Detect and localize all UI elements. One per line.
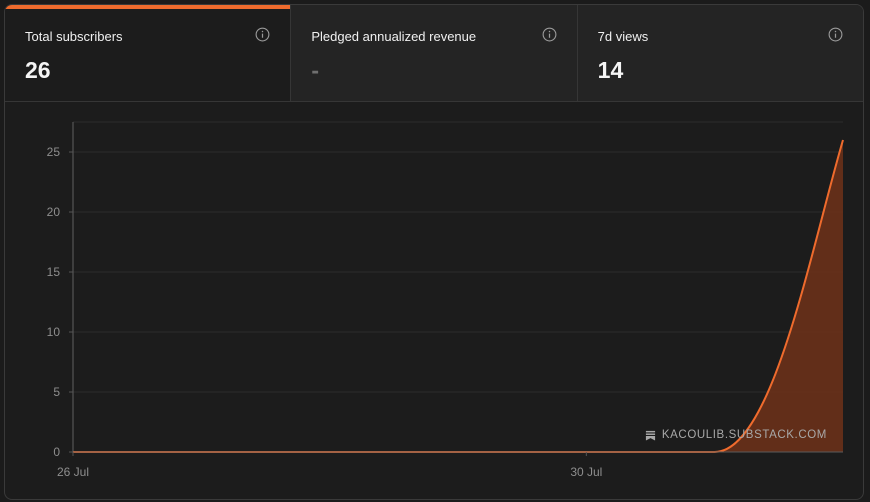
tab-value: 14 xyxy=(597,57,624,83)
subscribers-chart: 0 5 10 15 20 25 26 Jul 30 Jul KACOULIB.SUBSTACK… xyxy=(5,102,863,499)
y-tick-label: 15 xyxy=(47,265,61,279)
y-tick-label: 20 xyxy=(47,205,61,219)
metric-tabs: Total subscribers 26 Pledged annualized … xyxy=(5,5,863,102)
y-tick-label: 10 xyxy=(47,325,61,339)
tab-value: 26 xyxy=(25,57,51,83)
tab-value: - xyxy=(311,57,319,83)
subscriber-stats-card: Total subscribers 26 Pledged annualized … xyxy=(4,4,864,500)
x-tick-label: 30 Jul xyxy=(570,465,602,479)
tab-pledged-annualized-revenue[interactable]: Pledged annualized revenue - xyxy=(290,5,577,101)
substack-logo-icon xyxy=(645,430,655,441)
watermark-text: KACOULIB.SUBSTACK.COM xyxy=(661,429,827,441)
y-tick-label: 25 xyxy=(47,145,61,159)
active-tab-indicator xyxy=(5,5,291,9)
tab-label: Total subscribers xyxy=(25,29,123,44)
series-line xyxy=(73,139,844,453)
info-icon[interactable] xyxy=(255,27,270,42)
x-tick-label: 26 Jul xyxy=(57,465,89,479)
y-tick-label: 0 xyxy=(53,445,60,459)
info-icon[interactable] xyxy=(828,27,843,42)
tab-label: 7d views xyxy=(597,29,649,44)
series-area xyxy=(73,140,843,452)
info-icon[interactable] xyxy=(542,27,557,42)
tab-7d-views[interactable]: 7d views 14 xyxy=(576,5,863,101)
y-tick-label: 5 xyxy=(53,385,60,399)
tab-label: Pledged annualized revenue xyxy=(311,29,477,44)
tab-total-subscribers[interactable]: Total subscribers 26 xyxy=(5,5,291,101)
publication-watermark: KACOULIB.SUBSTACK.COM xyxy=(645,429,827,441)
